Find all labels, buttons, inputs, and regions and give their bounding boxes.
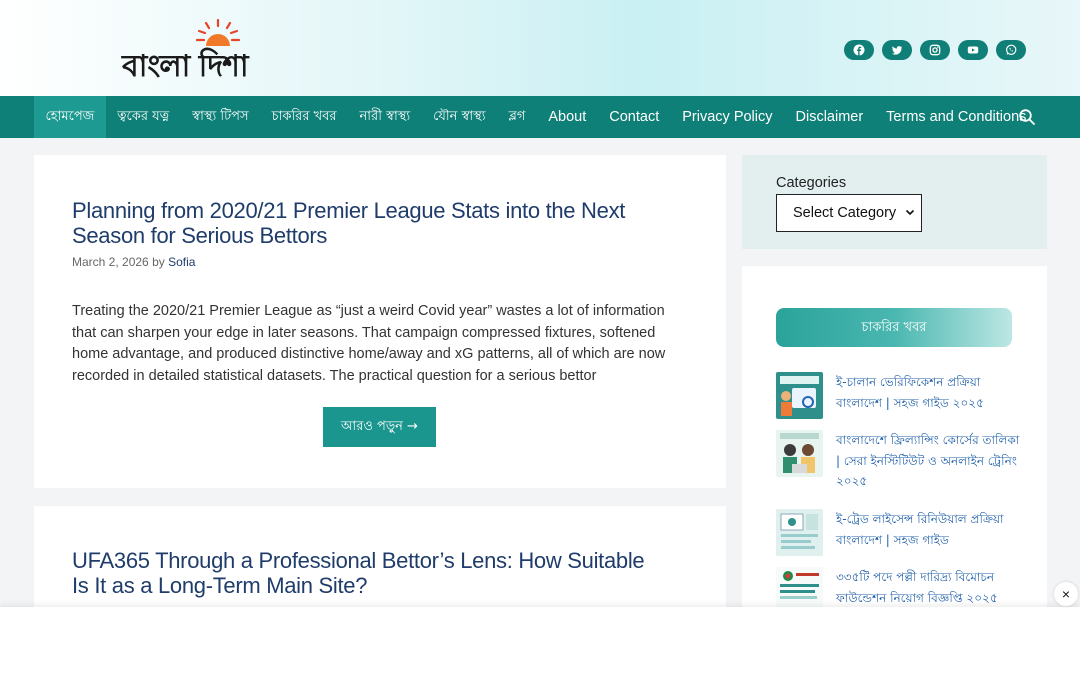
read-more-button[interactable]: আরও পড়ুন → — [323, 407, 436, 447]
chevron-down-icon — [905, 195, 915, 246]
post-excerpt: Treating the 2020/21 Premier League as “… — [72, 303, 666, 384]
main-nav: হোমপেজ ত্বকের যত্ন স্বাস্থ্য টিপস চাকরির খব… — [0, 96, 1080, 138]
post-title[interactable]: UFA365 Through a Professional Bettor’s L… — [72, 548, 652, 598]
jobs-widget: চাকরির খবর ই-চালান ভেরিফিকেশন প্রক্রিয়া… — [742, 266, 1047, 626]
nav-item[interactable]: ত্বকের যত্ন — [106, 96, 181, 138]
nav-item[interactable]: Contact — [598, 96, 671, 138]
post-title[interactable]: Planning from 2020/21 Premier League Sta… — [72, 198, 652, 248]
nav-item[interactable]: চাকরির খবর — [260, 96, 348, 138]
site-logo[interactable]: বাংলা দিশা — [118, 18, 278, 84]
nav-item[interactable]: হোমপেজ — [34, 96, 106, 138]
nav-item[interactable]: Disclaimer — [784, 96, 875, 138]
category-select[interactable]: Select Category — [776, 194, 922, 232]
nav-item[interactable]: Privacy Policy — [671, 96, 784, 138]
close-icon[interactable]: × — [1054, 582, 1078, 606]
post-meta: March 2, 2026 by Sofia — [72, 255, 195, 269]
nav-item[interactable]: Terms and Conditions — [875, 96, 1038, 138]
facebook-icon[interactable] — [844, 40, 874, 60]
job-title[interactable]: বাংলাদেশে ফ্রিল্যান্সিং কোর্সের তালিকা |… — [836, 430, 1026, 492]
bottom-overlay — [0, 607, 1080, 675]
site-header: বাংলা দিশা — [0, 0, 1080, 96]
nav-item[interactable]: স্বাস্থ্য টিপস — [181, 96, 260, 138]
post-author[interactable]: Sofia — [168, 255, 195, 269]
categories-widget: Categories Select Category — [742, 155, 1047, 249]
post-thumbnail — [776, 372, 823, 419]
post-thumbnail — [776, 509, 823, 556]
job-title[interactable]: ই-ট্রেড লাইসেন্স রিনিউয়াল প্রক্রিয়া বা… — [836, 509, 1026, 550]
nav-item[interactable]: About — [537, 96, 598, 138]
whatsapp-icon[interactable] — [996, 40, 1026, 60]
social-links — [844, 40, 1026, 60]
logo-text: বাংলা দিশা — [122, 49, 249, 84]
post-date[interactable]: March 2, 2026 — [72, 255, 149, 269]
job-title[interactable]: ই-চালান ভেরিফিকেশন প্রক্রিয়া বাংলাদেশ |… — [836, 372, 1026, 413]
nav-item[interactable]: যৌন স্বাস্থ্য — [422, 96, 497, 138]
nav-item[interactable]: নারী স্বাস্থ্য — [348, 96, 422, 138]
category-select-value: Select Category — [793, 205, 897, 221]
post-thumbnail — [776, 430, 823, 477]
youtube-icon[interactable] — [958, 40, 988, 60]
jobs-heading: চাকরির খবর — [776, 308, 1012, 347]
nav-item[interactable]: ব্লগ — [497, 96, 537, 138]
job-title[interactable]: ৩৩৫টি পদে পল্লী দারিদ্র্য বিমোচন ফাউন্ডে… — [836, 567, 1026, 608]
post-by: by — [152, 255, 165, 269]
instagram-icon[interactable] — [920, 40, 950, 60]
categories-label: Categories — [776, 175, 847, 191]
search-icon[interactable] — [1018, 108, 1036, 126]
twitter-icon[interactable] — [882, 40, 912, 60]
post-card: Planning from 2020/21 Premier League Sta… — [34, 155, 726, 488]
